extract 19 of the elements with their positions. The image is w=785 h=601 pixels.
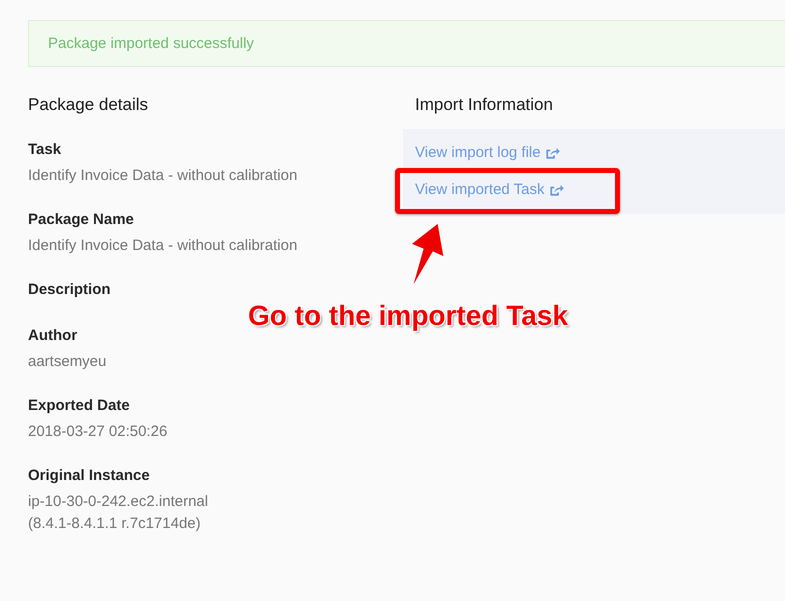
section-title: Import Information <box>414 94 554 116</box>
field-value: Identify Invoice Data - without calibration <box>28 166 298 186</box>
field-label: Package Name <box>28 210 135 230</box>
link[interactable]: View imported Task <box>415 179 564 201</box>
section-title: Package details <box>28 94 150 116</box>
field-value: 2018-03-27 02:50:26 <box>28 422 168 442</box>
field-label: Exported Date <box>28 396 131 416</box>
external-link-icon <box>544 146 560 160</box>
field-value: aartsemyeu <box>28 352 108 372</box>
external-link-icon <box>548 183 564 197</box>
field-label: Author <box>28 326 78 346</box>
field-label: Description <box>28 280 112 300</box>
field-label: Task <box>28 140 62 160</box>
field-label: Original Instance <box>28 466 151 486</box>
annotation-caption: Go to the imported Task <box>248 299 568 333</box>
success-alert: Package imported successfully <box>28 20 785 67</box>
field-value: ip-10-30-0-242.ec2.internal (8.4.1-8.4.1.1 r.7c1714de) <box>28 492 210 534</box>
link[interactable]: View import log file <box>415 142 560 164</box>
field-value: Identify Invoice Data - without calibration <box>28 236 298 256</box>
